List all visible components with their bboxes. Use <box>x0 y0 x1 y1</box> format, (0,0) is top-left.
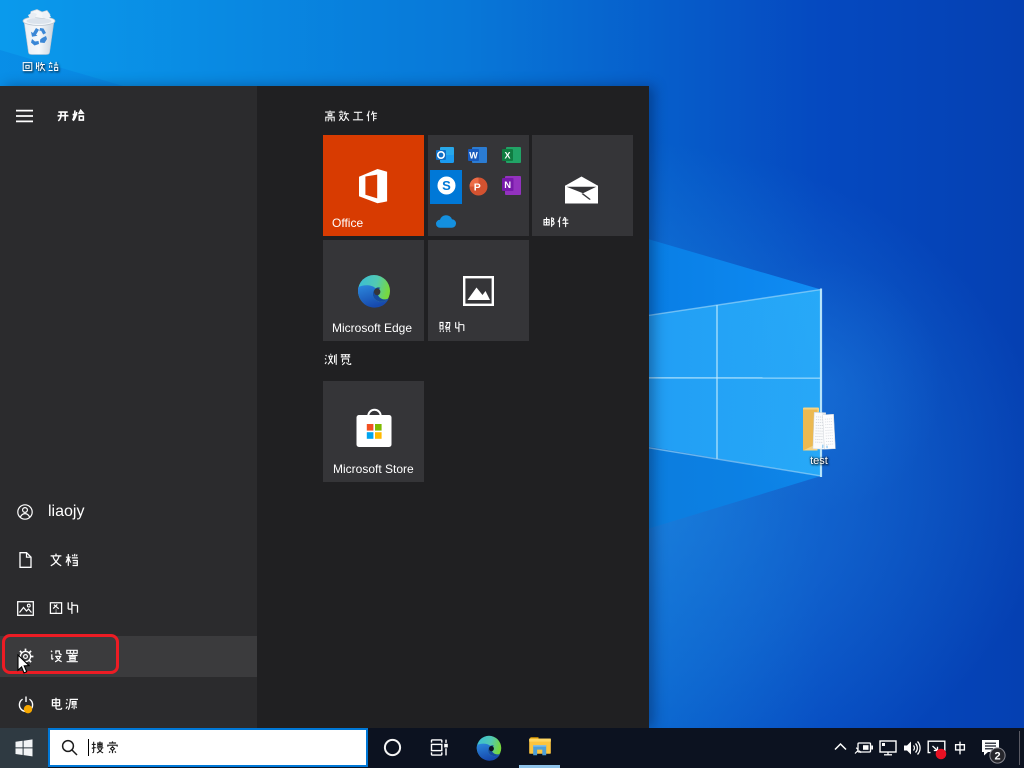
svg-text:N: N <box>504 180 511 191</box>
svg-text:X: X <box>504 151 510 161</box>
svg-text:S: S <box>442 178 451 193</box>
svg-text:W: W <box>469 151 478 161</box>
svg-text:P: P <box>473 182 480 194</box>
svg-text:2: 2 <box>994 751 1000 763</box>
